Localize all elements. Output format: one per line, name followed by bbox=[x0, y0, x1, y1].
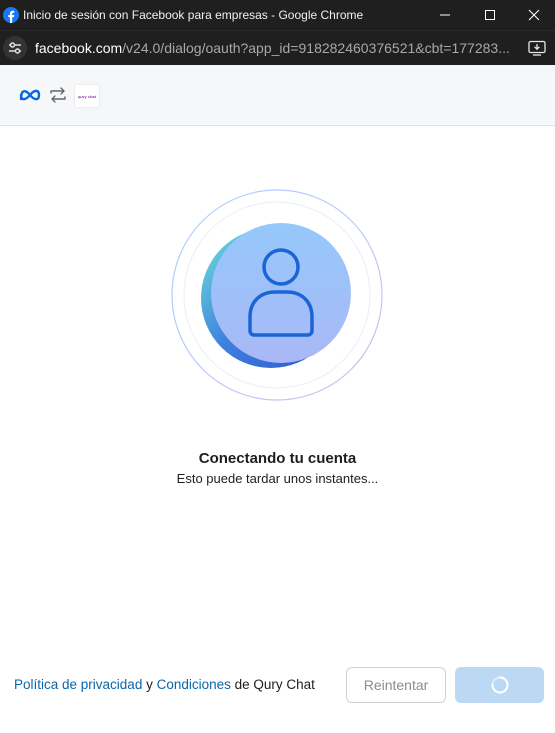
swap-arrows-icon bbox=[50, 87, 66, 103]
loading-message: Esto puede tardar unos instantes... bbox=[176, 471, 379, 486]
window-titlebar: Inicio de sesión con Facebook para empre… bbox=[0, 0, 555, 30]
app-logo-text: qury chat bbox=[77, 93, 96, 99]
tune-icon bbox=[9, 42, 21, 54]
address-bar[interactable]: facebook.com/v24.0/dialog/oauth?app_id=9… bbox=[0, 30, 555, 65]
app-logo: qury chat bbox=[74, 84, 100, 108]
minimize-icon bbox=[440, 14, 450, 16]
retry-button-label: Reintentar bbox=[363, 677, 429, 693]
url-domain: facebook.com bbox=[35, 40, 123, 56]
url-path: /v24.0/dialog/oauth?app_id=9182824603765… bbox=[122, 40, 510, 56]
account-avatar-illustration bbox=[171, 189, 383, 401]
window-title: Inicio de sesión con Facebook para empre… bbox=[23, 8, 364, 22]
close-button[interactable] bbox=[513, 0, 555, 30]
install-app-icon[interactable] bbox=[528, 40, 546, 56]
site-info-button[interactable] bbox=[3, 36, 27, 60]
close-icon bbox=[528, 9, 540, 21]
facebook-icon bbox=[3, 7, 19, 23]
footer-suffix: de Qury Chat bbox=[230, 677, 315, 692]
url-text[interactable]: facebook.com/v24.0/dialog/oauth?app_id=9… bbox=[35, 31, 520, 65]
footer-legal-text: Política de privacidad y Condiciones de … bbox=[14, 677, 315, 692]
spinner-icon bbox=[491, 676, 508, 694]
page-title: Conectando tu cuenta bbox=[198, 450, 357, 467]
maximize-icon bbox=[485, 10, 495, 20]
terms-link[interactable]: Condiciones bbox=[157, 677, 231, 692]
minimize-button[interactable] bbox=[423, 0, 467, 30]
continue-button[interactable] bbox=[455, 667, 544, 703]
meta-logo-icon bbox=[19, 89, 41, 101]
retry-button[interactable]: Reintentar bbox=[346, 667, 446, 703]
privacy-policy-link[interactable]: Política de privacidad bbox=[14, 677, 142, 692]
maximize-button[interactable] bbox=[468, 0, 512, 30]
footer-conjunction: y bbox=[142, 677, 157, 692]
